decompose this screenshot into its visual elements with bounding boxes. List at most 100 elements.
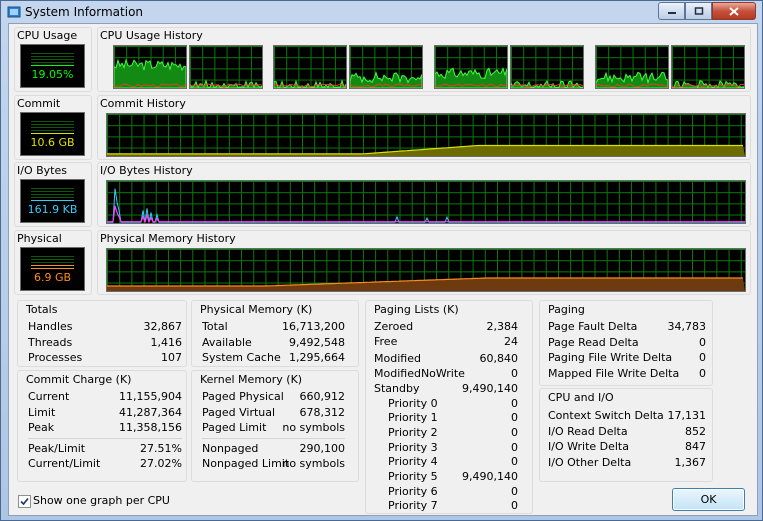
stat-value: 0 [511, 411, 518, 425]
commit-charge-group: Commit Charge (K) Current 11,155,904 Limit… [17, 370, 187, 482]
meter-bar [31, 188, 74, 189]
commit-history-graph [106, 113, 746, 157]
cpu-history-graph [671, 45, 745, 89]
ok-button[interactable]: OK [672, 488, 745, 511]
io-history-plot [107, 188, 745, 223]
paging-lists-table: Zeroed 2,384 Free 24 Modified 60,840 ModifiedN… [374, 320, 519, 514]
cpu-usage-history-panel: CPU Usage History [97, 27, 751, 92]
cpu-history-plot [114, 58, 186, 88]
stat-label: Handles [28, 320, 73, 333]
stat-value: no symbols [282, 457, 345, 470]
physical-label: Physical [17, 232, 62, 245]
stat-value: 1,367 [674, 455, 707, 469]
io-bytes-meter: 161.9 KB [20, 179, 85, 223]
stat-value: 1,416 [150, 335, 183, 349]
cpu-history-graph [434, 45, 508, 89]
stat-label: Page Read Delta [548, 335, 639, 349]
stat-row: Page Fault Delta 34,783 [548, 320, 706, 335]
stat-label: ModifiedNoWrite [374, 367, 465, 381]
stat-label: System Cache [202, 351, 281, 364]
stat-label: Context Switch Delta [548, 409, 664, 422]
stat-label: Priority 5 [388, 470, 438, 483]
cpu-history-graph [595, 45, 669, 89]
stat-label: Priority 0 [388, 396, 438, 410]
stat-value: 11,358,156 [119, 421, 182, 434]
cpu-usage-label: CPU Usage [17, 29, 78, 42]
stat-value: no symbols [282, 421, 345, 434]
commit-history-plot [107, 144, 745, 156]
stat-row: ModifiedNoWrite 0 [374, 367, 518, 382]
cpu-history-graph [113, 45, 187, 89]
stat-row: Priority 2 0 [374, 426, 518, 441]
stat-row: Peak/Limit 27.51% [28, 442, 182, 457]
stat-label: Priority 3 [388, 440, 438, 454]
physical-panel: Physical 6.9 GB [14, 230, 92, 295]
stat-value: 0 [699, 366, 706, 380]
stat-label: Current [28, 390, 70, 403]
stat-row: Current 11,155,904 [28, 390, 182, 405]
stat-value: 60,840 [479, 352, 519, 366]
maximize-button[interactable] [685, 2, 712, 20]
commit-meter: 10.6 GB [20, 112, 85, 156]
stat-value: 2,384 [486, 320, 519, 333]
stat-row: I/O Read Delta 852 [548, 425, 706, 440]
close-button[interactable] [712, 2, 756, 20]
stat-row: Priority 4 0 [374, 455, 518, 470]
cpu-and-io-table: Context Switch Delta 17,131 I/O Read Delta… [548, 409, 706, 479]
stat-label: Peak [28, 421, 55, 434]
cpu-history-plot [511, 80, 583, 88]
cpu-and-io-title: CPU and I/O [548, 391, 614, 404]
stat-row: Priority 7 0 [374, 499, 518, 514]
paging-lists-group: Paging Lists (K) Zeroed 2,384 Free 24 Modifi… [365, 300, 533, 514]
stat-value: 9,490,140 [462, 470, 518, 483]
meter-bar [31, 262, 74, 263]
stat-value: 27.02% [140, 457, 182, 470]
cpu-kernel-line [274, 83, 346, 88]
stat-label: Modified [374, 352, 421, 366]
stat-row: Paged Virtual 678,312 [202, 406, 345, 421]
paging-title: Paging [548, 303, 585, 316]
stat-value: 0 [699, 335, 706, 349]
stat-label: Priority 1 [388, 411, 438, 425]
commit-label: Commit [17, 97, 61, 110]
stat-label: Free [374, 334, 398, 348]
io-bytes-label: I/O Bytes [17, 164, 67, 177]
title-bar[interactable]: System Information [1, 1, 762, 23]
stat-value: 32,867 [143, 320, 183, 333]
system-information-window: System Information CPU Usage 19.05% CPU … [0, 0, 763, 521]
stat-row: Peak 11,358,156 [28, 421, 182, 436]
meter-bar [31, 62, 74, 63]
cpu-history-graph [273, 45, 347, 89]
meter-bar [31, 124, 74, 125]
stat-row: Context Switch Delta 17,131 [548, 409, 706, 424]
stat-value: 1,295,664 [289, 351, 345, 364]
stat-value: 0 [511, 455, 518, 469]
stat-value: 16,713,200 [282, 320, 345, 333]
stat-label: Standby [374, 381, 420, 395]
stat-label: Page Fault Delta [548, 320, 638, 333]
stat-label: Peak/Limit [28, 441, 86, 455]
stat-value: 41,287,364 [119, 405, 182, 419]
stat-value: 34,783 [667, 320, 707, 333]
stat-label: Limit [28, 405, 56, 419]
minimize-button[interactable] [658, 2, 685, 20]
meter-bar [31, 59, 74, 60]
cpu-usage-panel: CPU Usage 19.05% [14, 27, 92, 92]
kernel-memory-title: Kernel Memory (K) [200, 373, 303, 386]
meter-bar [31, 65, 74, 66]
physical-memory-group: Physical Memory (K) Total 16,713,200 Avail… [191, 300, 359, 367]
stat-row: Nonpaged 290,100 [202, 442, 345, 457]
minimize-icon [667, 12, 676, 14]
show-one-graph-per-cpu-label[interactable]: Show one graph per CPU [33, 494, 170, 507]
stat-value: 0 [511, 484, 518, 498]
cpu-history-graph [189, 45, 263, 89]
stat-row: Priority 5 9,490,140 [374, 470, 518, 485]
show-one-graph-per-cpu-checkbox[interactable] [18, 495, 31, 508]
physical-history-plot [107, 277, 745, 291]
stat-row: Limit 41,287,364 [28, 406, 182, 421]
meter-bar [31, 121, 74, 122]
stat-row: Available 9,492,548 [202, 336, 345, 351]
meter-bar [31, 56, 74, 57]
meter-bar [31, 268, 74, 269]
physical-memory-history-label: Physical Memory History [100, 232, 236, 245]
